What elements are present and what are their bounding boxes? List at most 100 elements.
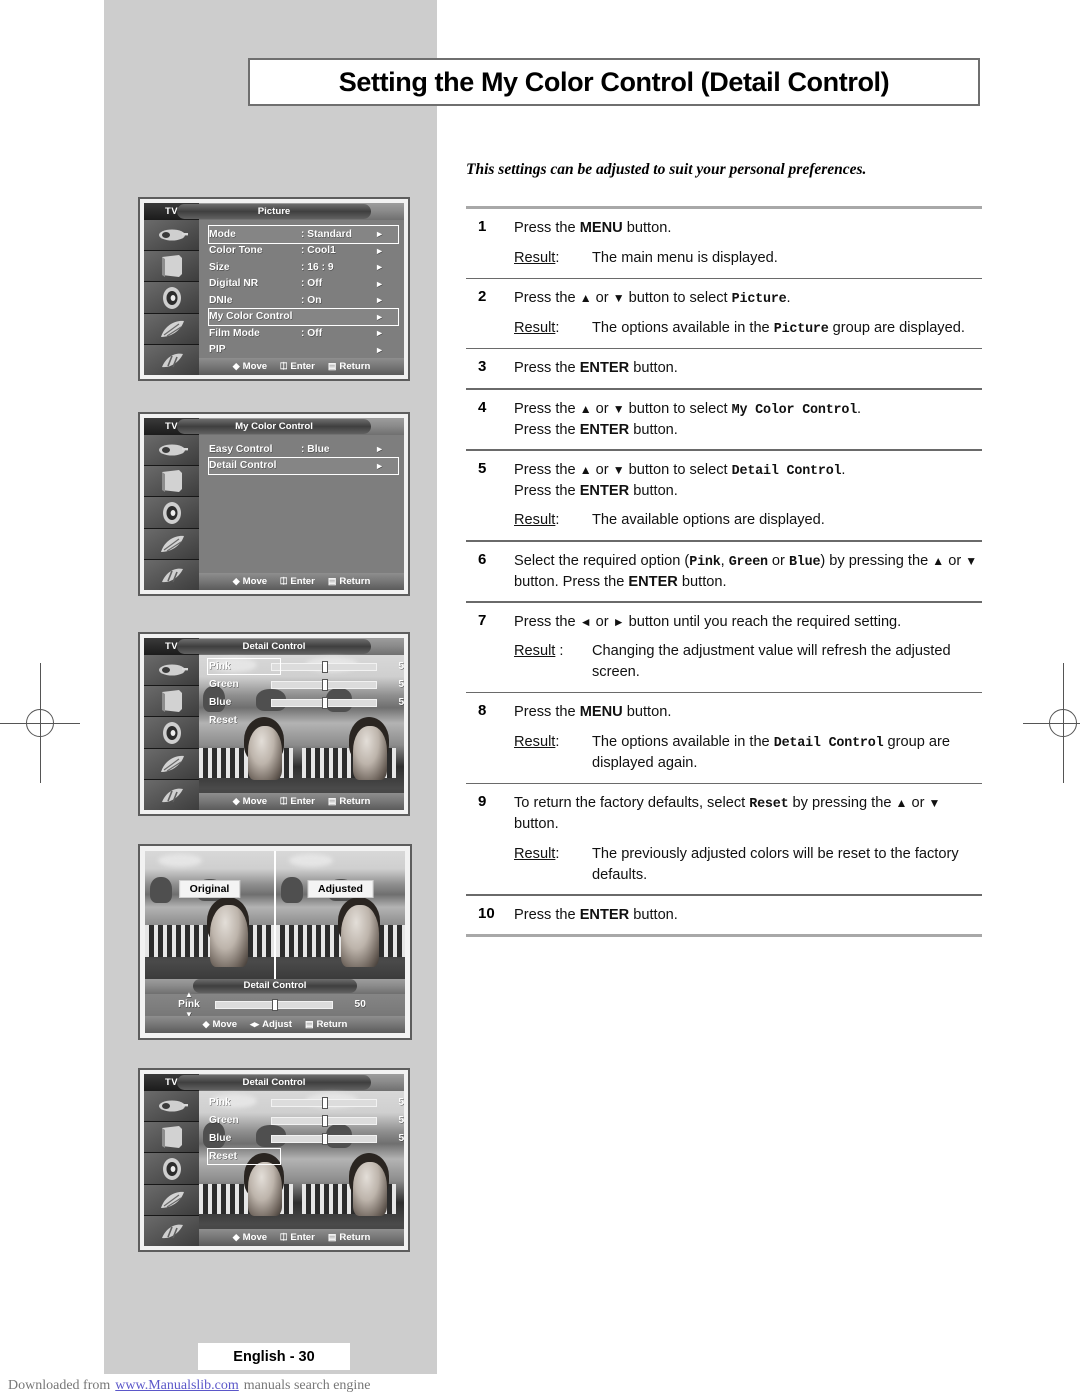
osd-compare-preview: Original Adjusted Detail Control ▲ Pink … (138, 844, 412, 1040)
up-arrow-icon[interactable]: ▲ (185, 990, 193, 999)
remote-icon (144, 655, 199, 687)
menu-row-easy-control[interactable]: Easy Control: Blue ► (209, 441, 398, 458)
menu-key-icon: ▤ (304, 1019, 314, 1029)
step-body: Press the MENU button. Result: The main me… (514, 218, 982, 268)
menu-row[interactable]: Mode: Standard ► (208, 225, 399, 244)
compare-photos: Original Adjusted (145, 851, 405, 979)
step-item: 10 Press the ENTER button. (466, 896, 982, 935)
up-down-arrow-icon: ◆ (232, 576, 240, 586)
osd-picture-menu: TV Picture Mode: Standard ► Color Tone: C… (138, 197, 410, 381)
osd-content: Pink 50 Green 50 Blue 50 Reset (199, 655, 404, 810)
step-item: 9 To return the factory defaults, select … (466, 784, 982, 894)
step-body: Press the ENTER button. (514, 358, 982, 379)
slider-track[interactable] (271, 1115, 377, 1127)
tv-icon (144, 1122, 199, 1154)
selection-highlight-pink (207, 658, 281, 675)
menu-row-detail-control[interactable]: Detail Control ► (208, 456, 399, 475)
osd-hint-bar: ◆ Move ⎅ Enter ▤ Return (199, 793, 404, 810)
slider-row-green[interactable]: Green 50 (209, 679, 404, 691)
osd-menu-title: My Color Control (177, 419, 371, 434)
up-down-arrow-icon: ◆ (232, 1232, 240, 1242)
osd-my-color-control-menu: TV My Color Control Easy Control: Blue ► … (138, 412, 410, 596)
menu-row[interactable]: Color Tone: Cool1 ► (209, 243, 398, 260)
speaker-icon (144, 497, 199, 529)
slider-row-blue[interactable]: Blue 50 (209, 697, 404, 709)
chevron-right-icon: ► (375, 229, 384, 240)
menu-row-my-color-control[interactable]: My Color Control ► (208, 307, 399, 326)
slider-knob[interactable] (321, 1115, 328, 1127)
compare-osd-strip: Detail Control ▲ Pink ▼ 50 ◆ Move ◂▸ Adjus… (145, 979, 405, 1033)
hint-move: ◆ Move (202, 1019, 238, 1030)
slider-track[interactable] (271, 1133, 377, 1145)
menu-row[interactable]: Film Mode: Off ► (209, 325, 398, 342)
slider-value: 50 (398, 1133, 404, 1144)
reset-row[interactable]: Reset (209, 715, 271, 726)
remote-icon (144, 435, 199, 467)
result-text: The options available in the Picture gro… (592, 320, 965, 337)
step-item: 1 Press the MENU button. Result: The main m… (466, 209, 982, 277)
slider-row-green[interactable]: Green 50 (209, 1115, 404, 1127)
enter-key-icon: ⎅ (280, 361, 288, 371)
down-arrow-icon: ▼ (928, 796, 941, 811)
feather-icon (144, 1184, 199, 1216)
chevron-right-icon: ► (375, 278, 384, 289)
slider-knob[interactable] (321, 1133, 328, 1145)
manualslib-link[interactable]: www.Manualslib.com (115, 1378, 239, 1394)
step-item: 2 Press the ▲ or ▼ button to select Pictu… (466, 279, 982, 348)
step-body: Select the required option (Pink, Green … (514, 551, 982, 593)
menu-row[interactable]: PIP ► (209, 342, 398, 359)
footer-suffix: manuals search engine (243, 1377, 371, 1393)
step-number: 2 (478, 287, 487, 305)
step-number: 9 (478, 793, 487, 811)
slider-track[interactable] (271, 679, 377, 691)
setup-icon (144, 1215, 199, 1246)
step-line: Press the ▲ or ▼ button to select Pictur… (514, 289, 791, 307)
step-item: 8 Press the MENU button. Result: The option… (466, 693, 982, 782)
osd-title-bar: TV Picture (144, 203, 404, 220)
step-line: Press the ENTER button. (514, 482, 678, 499)
compare-slider-row[interactable]: ▲ Pink ▼ 50 (163, 990, 366, 1019)
slider-knob[interactable] (321, 697, 328, 709)
step-body: Press the MENU button. Result: The options… (514, 702, 982, 773)
slider-track[interactable] (271, 697, 377, 709)
step-body: Press the ◄ or ► button until you reach … (514, 612, 982, 683)
menu-row[interactable]: Digital NR: Off ► (209, 276, 398, 293)
page-title-box: Setting the My Color Control (Detail Con… (248, 58, 980, 106)
slider-track[interactable] (271, 661, 377, 673)
chevron-right-icon: ► (375, 444, 384, 455)
tv-icon (144, 686, 199, 718)
slider-knob[interactable] (271, 999, 278, 1011)
up-arrow-icon: ▲ (895, 796, 908, 811)
step-result: Result: The previously adjusted colors wi… (514, 844, 982, 885)
slider-row-blue[interactable]: Blue 50 (209, 1133, 404, 1145)
enter-key-icon: ⎅ (280, 576, 288, 586)
result-label: Result: (514, 845, 560, 862)
slider-row-pink[interactable]: Pink 50 (209, 1097, 404, 1109)
osd-icon-rail (144, 1091, 199, 1246)
step-number: 4 (478, 398, 487, 416)
step-number: 8 (478, 702, 487, 720)
menu-row[interactable]: Size: 16 : 9 ► (209, 259, 398, 276)
slider-track[interactable] (215, 999, 333, 1011)
slider-knob[interactable] (321, 1097, 328, 1109)
result-label: Result : (514, 643, 564, 660)
step-line: Select the required option (Pink, Green … (514, 552, 978, 590)
page-number: English - 30 (198, 1343, 350, 1370)
menu-key-icon: ▤ (327, 1232, 337, 1242)
slider-label: Blue (209, 697, 232, 708)
slider-value: 50 (398, 697, 404, 708)
step-item: 4 Press the ▲ or ▼ button to select My Co… (466, 390, 982, 450)
download-footer: Downloaded from www.Manualslib.com manua… (0, 1374, 1080, 1397)
chevron-right-icon: ► (375, 328, 384, 339)
slider-label: Green (209, 679, 239, 690)
slider-knob[interactable] (321, 679, 328, 691)
slider-track[interactable] (271, 1097, 377, 1109)
down-arrow-icon: ▼ (612, 290, 625, 305)
step-body: Press the ▲ or ▼ button to select My Col… (514, 399, 982, 441)
slider-knob[interactable] (321, 661, 328, 673)
menu-row[interactable]: DNIe: On ► (209, 292, 398, 309)
step-body: Press the ENTER button. (514, 905, 982, 926)
result-label: Result: (514, 320, 560, 336)
osd-title-bar: TV Detail Control (144, 638, 404, 655)
remote-icon (144, 1091, 199, 1123)
